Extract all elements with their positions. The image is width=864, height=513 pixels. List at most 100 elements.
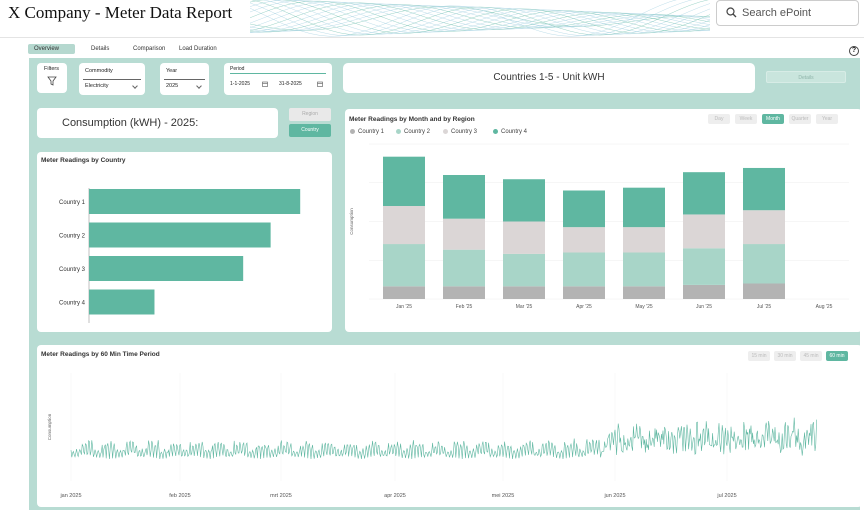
month-tick-label: Mar '25 — [516, 304, 533, 310]
view-quarter-button[interactable]: Quarter — [789, 114, 811, 124]
country-bar[interactable] — [89, 222, 271, 248]
chevron-down-icon — [132, 83, 138, 89]
filter-icon — [47, 76, 57, 86]
period-45min-button[interactable]: 45 min — [800, 351, 822, 361]
month-bar-segment[interactable] — [563, 227, 605, 253]
country-bar[interactable] — [89, 289, 155, 315]
calendar-icon[interactable] — [262, 81, 268, 87]
commodity-value: Electricity — [85, 83, 109, 89]
view-month-button[interactable]: Month — [762, 114, 784, 124]
monthly-chart-title: Meter Readings by Month and by Region — [349, 116, 475, 123]
month-bar-segment[interactable] — [743, 167, 785, 211]
country-bar-label: Country 1 — [59, 200, 86, 206]
search-icon — [726, 7, 737, 18]
time-tick-label: jun 2025 — [603, 493, 625, 499]
period-30min-button[interactable]: 30 min — [774, 351, 796, 361]
app-title: X Company - Meter Data Report — [8, 3, 233, 22]
timeseries-chart: Consumption jan 2025 feb 2025 mrt 2025 apr 2… — [47, 373, 817, 499]
month-bar-segment[interactable] — [443, 249, 485, 287]
help-icon[interactable]: ? — [849, 46, 859, 56]
year-filter: Year 2025 — [160, 63, 209, 95]
region-toggle[interactable]: Region — [289, 108, 331, 121]
month-bar-segment[interactable] — [383, 206, 425, 245]
year-select[interactable]: 2025 — [164, 79, 205, 92]
month-tick-label: Jan '25 — [396, 304, 412, 310]
legend-country-4: Country 4 — [493, 129, 527, 135]
period-60min-button[interactable]: 60 min — [826, 351, 848, 361]
scope-banner: Countries 1-5 - Unit kWH — [343, 63, 755, 93]
consumption-card: Consumption (kWH) - 2025: — [37, 108, 278, 138]
year-label: Year — [166, 68, 178, 74]
month-bar-segment[interactable] — [563, 252, 605, 287]
y-axis-label: Consumption — [47, 413, 52, 440]
month-bar-segment[interactable] — [683, 284, 725, 299]
app-header: X Company - Meter Data Report Search ePo… — [0, 0, 864, 38]
month-bar-segment[interactable] — [503, 221, 545, 254]
decorative-waves — [250, 0, 710, 37]
period-15min-button[interactable]: 15 min — [748, 351, 770, 361]
country-toggle[interactable]: Country — [289, 124, 331, 137]
country-chart-card: Meter Readings by Country Country 1 Count… — [37, 152, 332, 332]
view-day-button[interactable]: Day — [708, 114, 730, 124]
month-bar-segment[interactable] — [443, 175, 485, 219]
time-tick-label: jan 2025 — [59, 493, 81, 499]
month-bar-segment[interactable] — [443, 218, 485, 250]
month-bar-segment[interactable] — [383, 156, 425, 206]
country-bar[interactable] — [89, 189, 301, 214]
filters-label: Filters — [44, 66, 59, 72]
time-tick-label: jul 2025 — [716, 493, 736, 499]
month-bar-segment[interactable] — [683, 214, 725, 249]
commodity-label: Commodity — [85, 68, 113, 74]
monthly-chart: Consumption Jan '25 Feb '25 Mar '25 Apr '25 M… — [349, 143, 849, 310]
country-bar[interactable] — [89, 256, 244, 281]
tab-details[interactable]: Details — [91, 44, 109, 54]
timeseries-title: Meter Readings by 60 Min Time Period — [41, 351, 160, 358]
tab-comparison[interactable]: Comparison — [133, 44, 165, 54]
month-bar-segment[interactable] — [623, 286, 665, 299]
search-box[interactable]: Search ePoint — [716, 0, 859, 26]
period-end-input[interactable]: 31-8-2025 — [279, 81, 315, 87]
month-bar-segment[interactable] — [683, 172, 725, 215]
month-tick-label: Feb '25 — [456, 304, 473, 310]
country-bar-label: Country 4 — [59, 301, 86, 307]
country-bar-label: Country 2 — [59, 234, 86, 240]
month-bar-segment[interactable] — [563, 286, 605, 299]
month-bar-segment[interactable] — [563, 190, 605, 228]
month-bar-segment[interactable] — [383, 286, 425, 299]
month-bar-segment[interactable] — [743, 283, 785, 300]
month-bar-segment[interactable] — [443, 286, 485, 299]
month-tick-label: May '25 — [635, 304, 653, 310]
dashboard-canvas: Filters Commodity Electricity Year 2025 … — [29, 58, 862, 510]
filters-button[interactable]: Filters — [37, 63, 67, 93]
month-tick-label: Jun '25 — [696, 304, 712, 310]
tab-load-duration[interactable]: Load Duration — [179, 44, 217, 54]
time-tick-label: mrt 2025 — [270, 493, 292, 499]
year-value: 2025 — [166, 83, 179, 89]
month-bar-segment[interactable] — [623, 227, 665, 253]
month-bar-segment[interactable] — [383, 244, 425, 287]
month-bar-segment[interactable] — [623, 187, 665, 228]
month-bar-segment[interactable] — [743, 244, 785, 284]
tab-overview[interactable]: Overview — [28, 44, 75, 54]
month-bar-segment[interactable] — [683, 248, 725, 285]
time-tick-label: mei 2025 — [492, 493, 515, 499]
period-start-input[interactable]: 1-1-2025 — [230, 81, 266, 87]
time-tick-label: apr 2025 — [384, 493, 406, 499]
calendar-icon[interactable] — [317, 81, 323, 87]
details-button[interactable]: Details — [766, 71, 846, 83]
month-bar-segment[interactable] — [743, 210, 785, 245]
view-week-button[interactable]: Week — [735, 114, 757, 124]
timeseries-line[interactable] — [70, 417, 817, 460]
month-tick-label: Jul '25 — [757, 304, 772, 310]
legend-country-3: Country 3 — [443, 129, 477, 135]
commodity-select[interactable]: Electricity — [83, 79, 141, 92]
consumption-text: Consumption (kWH) - 2025: — [62, 117, 199, 129]
period-filter: Period 1-1-2025 31-8-2025 — [224, 63, 332, 95]
month-bar-segment[interactable] — [503, 253, 545, 287]
month-bar-segment[interactable] — [623, 252, 665, 287]
country-chart-title: Meter Readings by Country — [41, 157, 126, 164]
month-bar-segment[interactable] — [503, 286, 545, 299]
month-bar-segment[interactable] — [503, 179, 545, 222]
monthly-chart-card: Meter Readings by Month and by Region Co… — [345, 109, 862, 332]
view-year-button[interactable]: Year — [816, 114, 838, 124]
